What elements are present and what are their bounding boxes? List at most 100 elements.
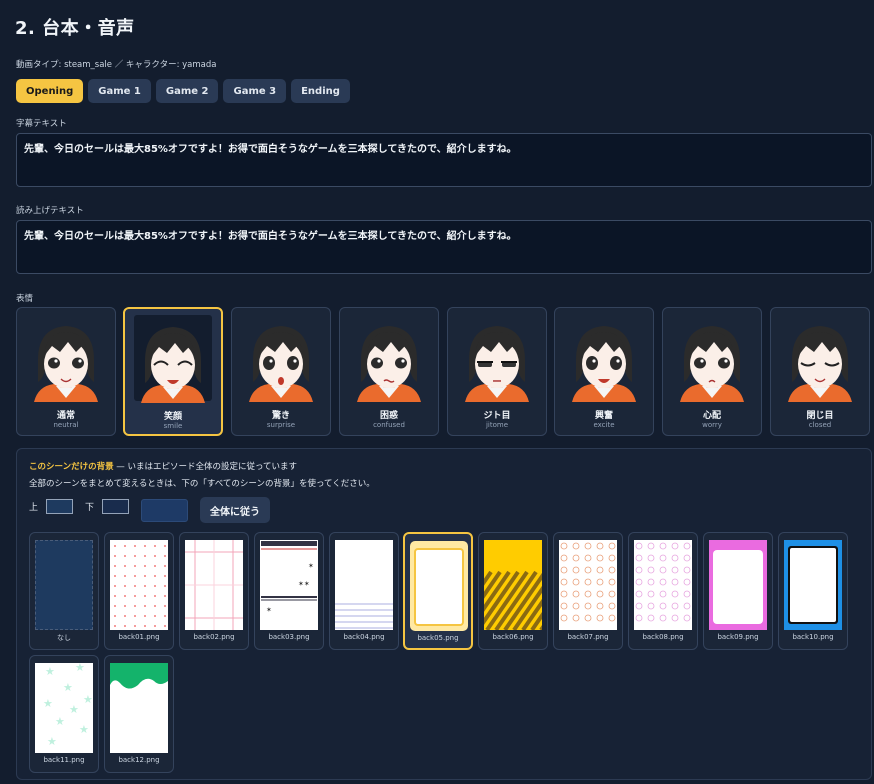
svg-text:★: ★ [75, 663, 85, 674]
background-option-label: back04.png [343, 633, 385, 641]
background-option-back10[interactable]: back10.png [778, 532, 848, 650]
svg-text:✶: ✶ [266, 606, 272, 614]
expression-card-excite[interactable]: 興奮 excite [554, 307, 654, 436]
expression-name: 困惑 [379, 411, 398, 421]
svg-text:★: ★ [69, 703, 79, 716]
expression-name: ジト目 [483, 411, 511, 421]
background-preview-image [559, 540, 617, 630]
bottom-color-swatch[interactable] [102, 499, 130, 514]
background-option-label: back07.png [567, 633, 609, 641]
expression-name: 驚き [271, 411, 290, 421]
background-option-label: back08.png [642, 633, 684, 641]
svg-text:★: ★ [43, 697, 53, 710]
top-color-swatch[interactable] [46, 499, 74, 514]
background-option-back07[interactable]: back07.png [553, 532, 623, 650]
expression-card-closed[interactable]: 閉じ目 closed [770, 307, 870, 436]
background-preview-image: ✶✶ ✶ ✶ [260, 540, 318, 630]
background-option-back03[interactable]: ✶✶ ✶ ✶ back03.png [254, 532, 324, 650]
scene-background-title: このシーンだけの背景 [29, 462, 114, 472]
background-preview-image [35, 540, 93, 630]
solid-color-swatch[interactable] [141, 499, 188, 522]
expression-id: closed [808, 421, 832, 429]
background-option-back12[interactable]: back12.png [104, 655, 174, 773]
background-preview-image [335, 540, 393, 630]
expression-name: 笑顔 [163, 412, 182, 422]
background-option-none[interactable]: なし [29, 532, 99, 650]
background-option-back11[interactable]: ★ ★ ★ ★ ★ ★ ★ ★ ★ back11.png [29, 655, 99, 773]
follow-global-button[interactable]: 全体に従う [200, 497, 270, 523]
background-preview-image [185, 540, 243, 630]
svg-text:★: ★ [45, 665, 55, 678]
background-option-back09[interactable]: back09.png [703, 532, 773, 650]
script-voice-panel: 2. 台本・音声 動画タイプ: steam_sale ／ キャラクター: yam… [0, 0, 874, 784]
character-face-icon [778, 316, 862, 402]
scene-background-note: 全部のシーンをまとめて変えるときは、下の「すべてのシーンの背景」を使ってください… [29, 479, 375, 489]
page-title: 2. 台本・音声 [15, 18, 135, 39]
character-face-icon [24, 316, 108, 402]
expression-picker: 通常 neutral 笑顔 smile 驚き surprise 困惑 confu… [16, 307, 872, 436]
background-option-back05[interactable]: back05.png [403, 532, 473, 650]
expression-id: worry [702, 421, 722, 429]
tab-game-2[interactable]: Game 2 [155, 79, 219, 103]
expression-name: 通常 [56, 411, 75, 421]
subtitle-label: 字幕テキスト [16, 119, 67, 129]
background-option-back02[interactable]: back02.png [179, 532, 249, 650]
background-option-label: back03.png [268, 633, 310, 641]
background-preview-image: ★ ★ ★ ★ ★ ★ ★ ★ ★ [35, 663, 93, 753]
top-color-control: 上 [29, 499, 74, 514]
svg-text:★: ★ [63, 681, 73, 694]
expression-label: 表情 [16, 294, 34, 304]
expression-card-confused[interactable]: 困惑 confused [339, 307, 439, 436]
tab-game-3[interactable]: Game 3 [223, 79, 287, 103]
video-meta: 動画タイプ: steam_sale ／ キャラクター: yamada [16, 60, 217, 70]
narration-label: 読み上げテキスト [16, 206, 84, 216]
expression-id: surprise [266, 421, 296, 429]
background-option-back08[interactable]: back08.png [628, 532, 698, 650]
background-option-label: back09.png [717, 633, 759, 641]
expression-name: 心配 [702, 411, 721, 421]
expression-id: neutral [53, 421, 79, 429]
expression-name: 興奮 [594, 411, 613, 421]
scene-background-panel: このシーンだけの背景 — いまはエピソード全体の設定に従っています 全部のシーン… [16, 448, 872, 780]
tab-game-1[interactable]: Game 1 [88, 79, 151, 103]
background-option-back06[interactable]: back06.png [478, 532, 548, 650]
expression-card-neutral[interactable]: 通常 neutral [16, 307, 116, 436]
expression-id: smile [163, 422, 183, 430]
expression-card-worry[interactable]: 心配 worry [662, 307, 762, 436]
expression-id: jitome [485, 421, 509, 429]
scene-tabs: Opening Game 1 Game 2 Game 3 Ending [16, 79, 350, 103]
background-preview-image [634, 540, 692, 630]
character-face-icon [131, 317, 215, 403]
background-preview-image [709, 540, 767, 630]
background-option-back04[interactable]: back04.png [329, 532, 399, 650]
character-face-icon [239, 316, 323, 402]
narration-textarea[interactable]: 先輩、今日のセールは最大85%オフですよ！お得で面白そうなゲームを三本探してきた… [16, 220, 872, 274]
background-option-label: back01.png [118, 633, 160, 641]
background-option-label: back06.png [492, 633, 534, 641]
svg-text:✶: ✶ [308, 562, 314, 570]
background-option-label: back05.png [417, 634, 459, 642]
svg-text:★: ★ [83, 693, 93, 706]
subtitle-textarea[interactable]: 先輩、今日のセールは最大85%オフですよ！お得で面白そうなゲームを三本探してきた… [16, 133, 872, 187]
background-preview-image [784, 540, 842, 630]
expression-id: confused [373, 421, 405, 429]
svg-text:★: ★ [55, 715, 65, 728]
tab-ending[interactable]: Ending [291, 79, 350, 103]
expression-card-jitome[interactable]: ジト目 jitome [447, 307, 547, 436]
svg-text:★: ★ [47, 735, 57, 748]
expression-id: excite [593, 421, 615, 429]
background-option-back01[interactable]: back01.png [104, 532, 174, 650]
scene-background-status: — いまはエピソード全体の設定に従っています [113, 462, 298, 472]
scene-background-heading: このシーンだけの背景 — いまはエピソード全体の設定に従っています [29, 460, 297, 472]
expression-card-smile[interactable]: 笑顔 smile [123, 307, 223, 436]
background-option-label: back12.png [118, 756, 160, 764]
character-face-icon [455, 316, 539, 402]
tab-opening[interactable]: Opening [16, 79, 84, 103]
background-option-label: back02.png [193, 633, 235, 641]
background-preview-image [110, 540, 168, 630]
svg-text:✶✶: ✶✶ [298, 580, 310, 588]
expression-name: 閉じ目 [806, 411, 834, 421]
expression-card-surprise[interactable]: 驚き surprise [231, 307, 331, 436]
character-face-icon [670, 316, 754, 402]
character-face-icon [562, 316, 646, 402]
